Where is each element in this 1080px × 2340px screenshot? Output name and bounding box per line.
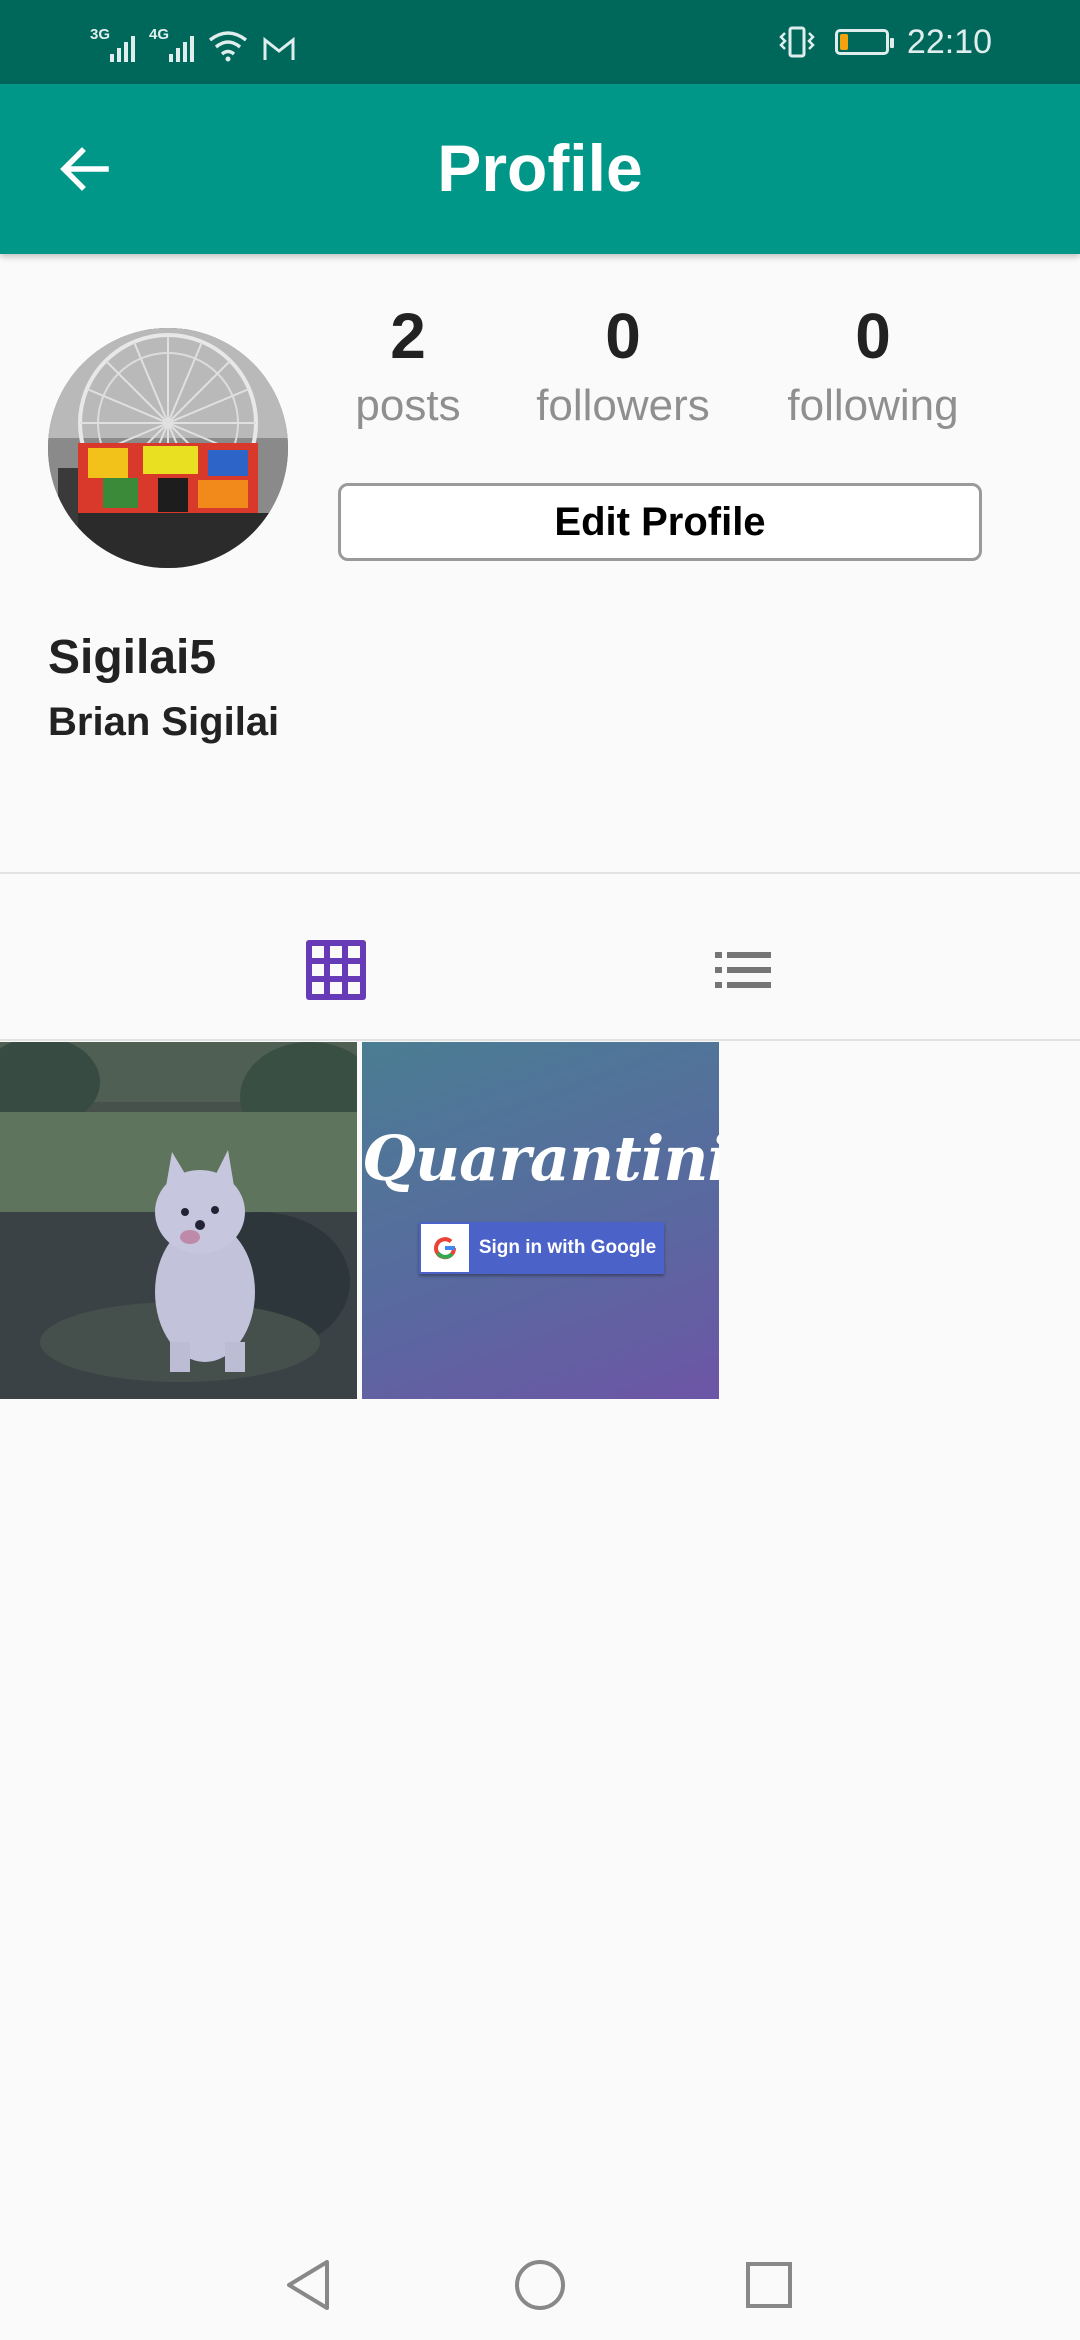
post-thumbnail[interactable]: [0, 1042, 357, 1399]
following-label: following: [787, 381, 959, 430]
full-name: Brian Sigilai: [48, 700, 280, 744]
post-title-text: Quarantini: [362, 1122, 719, 1195]
stat-posts[interactable]: 2 posts: [303, 296, 513, 434]
recents-square-icon: [746, 2262, 792, 2308]
vibrate-icon: [779, 26, 815, 58]
post-image-dog: [0, 1042, 357, 1399]
page-title: Profile: [437, 131, 643, 205]
nav-home-button[interactable]: [505, 2250, 575, 2320]
following-count: 0: [855, 300, 891, 372]
status-time: 22:10: [906, 22, 992, 61]
status-right-icons: 22:10: [777, 18, 992, 66]
network-type-label: 4G: [149, 26, 170, 43]
tabs-divider: [0, 1039, 1080, 1041]
username: Sigilai5: [48, 631, 217, 684]
tab-list[interactable]: [693, 920, 793, 1020]
battery-level: [839, 34, 848, 50]
app-bar: Profile: [0, 84, 1080, 254]
post-thumbnail[interactable]: Quarantini Sign in with Google: [362, 1042, 719, 1399]
battery-icon: [834, 29, 894, 55]
nav-recents-button[interactable]: [734, 2250, 804, 2320]
followers-count: 0: [605, 300, 641, 372]
stat-followers[interactable]: 0 followers: [518, 296, 728, 434]
back-triangle-icon: [287, 2260, 329, 2310]
google-icon: [421, 1224, 469, 1272]
system-nav-bar: [0, 2220, 1080, 2340]
profile-avatar[interactable]: [48, 328, 288, 568]
gmail-icon: [263, 36, 295, 60]
stat-following[interactable]: 0 following: [768, 296, 978, 434]
wifi-icon: [208, 31, 248, 62]
grid-icon: [306, 940, 366, 1000]
status-bar: 3G 4G 22:10: [0, 0, 1080, 84]
nav-back-button[interactable]: [273, 2250, 343, 2320]
home-circle-icon: [515, 2260, 565, 2310]
followers-label: followers: [536, 381, 710, 430]
section-divider: [0, 872, 1080, 874]
avatar-image: [48, 328, 288, 568]
list-icon: [715, 952, 771, 988]
network-type-label: 3G: [90, 26, 111, 43]
signal-icon: 4G: [149, 26, 194, 62]
signal-icon: 3G: [90, 26, 135, 62]
posts-label: posts: [355, 381, 461, 430]
edit-profile-button[interactable]: Edit Profile: [338, 483, 982, 561]
status-left-icons: 3G 4G: [90, 22, 296, 62]
tab-grid[interactable]: [286, 920, 386, 1020]
posts-count: 2: [390, 300, 426, 372]
google-signin-graphic: Sign in with Google: [419, 1222, 664, 1274]
google-signin-label: Sign in with Google: [478, 1237, 657, 1258]
